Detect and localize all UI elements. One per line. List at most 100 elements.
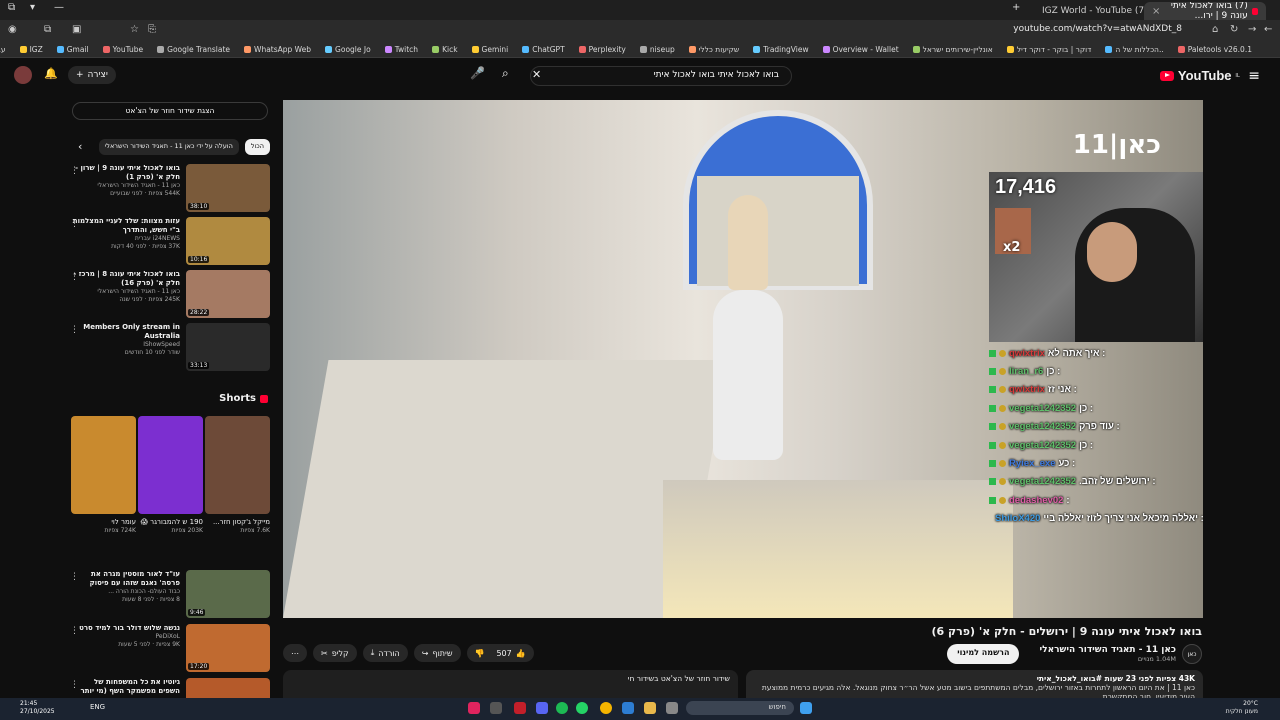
more-options-icon[interactable]: ⋮ xyxy=(70,166,79,176)
more-options-icon[interactable]: ⋮ xyxy=(70,219,79,229)
video-thumbnail[interactable]: 28:22 xyxy=(186,270,270,318)
chip-channel[interactable]: הועלה על ידי כאן 11 - תאגיד השידור הישרא… xyxy=(98,139,239,155)
app-icon-4[interactable] xyxy=(666,702,678,714)
share-button[interactable]: ↪ שיתוף xyxy=(413,644,461,662)
extensions-icon[interactable]: ⧉ xyxy=(44,24,51,35)
more-options-icon[interactable]: ⋮ xyxy=(70,272,79,282)
recommended-video[interactable]: 10:16 עזות מצוות: שלד לעניי המצלמות ב"י ח… xyxy=(70,217,270,267)
video-thumbnail[interactable]: 33:13 xyxy=(186,323,270,371)
hamburger-menu-icon[interactable]: ≡ xyxy=(1248,68,1260,84)
url-field[interactable]: youtube.com/watch?v=atwANdXDt_8 xyxy=(1013,24,1182,34)
extension-icon[interactable]: ▣ xyxy=(72,24,81,35)
video-thumbnail[interactable]: 17:20 xyxy=(186,624,270,672)
tab-search-icon[interactable]: ▾ xyxy=(30,2,35,13)
more-options-icon[interactable]: ⋮ xyxy=(70,680,79,690)
bookmark-item[interactable]: Perplexity xyxy=(578,45,626,54)
window-menu-icon[interactable]: ⧉ xyxy=(8,2,15,13)
bookmark-item[interactable]: שקיעות כללי xyxy=(688,45,739,54)
video-thumbnail[interactable]: 9:46 xyxy=(186,570,270,618)
spotify-icon[interactable] xyxy=(556,702,568,714)
chip-all[interactable]: הכול xyxy=(244,139,270,155)
bookmark-item[interactable]: Twitch xyxy=(384,45,418,54)
youtube-logo[interactable]: YouTube IL xyxy=(1159,68,1240,83)
short-item[interactable]: מייקל ג'קסון חזר... 7.6K צפיות xyxy=(205,416,270,556)
bookmark-item[interactable]: Kick xyxy=(432,45,458,54)
reload-icon[interactable]: ↻ xyxy=(1230,24,1238,35)
bookmark-item[interactable]: הכללות של ה.. xyxy=(1105,45,1164,54)
like-dislike-group[interactable]: 👎 507 👍 xyxy=(466,644,534,662)
more-actions-button[interactable]: ⋯ xyxy=(283,644,307,662)
home-icon[interactable]: ⌂ xyxy=(1212,24,1218,35)
whatsapp-icon[interactable] xyxy=(576,702,588,714)
app-icon-3[interactable] xyxy=(514,702,526,714)
discord-icon[interactable] xyxy=(536,702,548,714)
download-button[interactable]: ⤓ הורדה xyxy=(362,644,408,662)
voice-search-icon[interactable]: 🎤 xyxy=(470,66,488,86)
recommended-video[interactable]: 38:10 בואו לאכול איתי עונה 9 | שרון - חלק… xyxy=(70,164,270,214)
back-icon[interactable]: ← xyxy=(1264,24,1272,35)
notifications-bell-icon[interactable]: 🔔 xyxy=(44,67,58,80)
bookmark-item[interactable]: IGZ xyxy=(19,45,43,54)
search-input[interactable]: בואו לאכול איתי בואו לאכול איתי xyxy=(530,66,792,86)
profile-icon[interactable]: ◉ xyxy=(8,24,17,35)
channel-name[interactable]: כאן 11 - תאגיד השידור הישראלי xyxy=(1039,645,1176,655)
bookmark-item[interactable]: WhatsApp Web xyxy=(244,45,311,54)
bookmark-item[interactable]: ChatGPT xyxy=(522,45,565,54)
short-thumbnail[interactable] xyxy=(138,416,203,514)
like-icon[interactable]: 👍 xyxy=(516,649,526,658)
bookmark-item[interactable]: YouTube xyxy=(102,45,143,54)
close-tab-icon[interactable]: × xyxy=(1152,6,1160,17)
channel-avatar[interactable]: כאן xyxy=(1182,644,1202,664)
chrome-icon[interactable] xyxy=(600,702,612,714)
app-icon-2[interactable] xyxy=(490,702,502,714)
bookmark-item[interactable]: Overview - Wallet xyxy=(822,45,899,54)
recommended-video[interactable]: 33:13 Members Only stream in Australia ISh… xyxy=(70,323,270,373)
bookmark-item[interactable]: דוקר | בוקר - דוקר דיל xyxy=(1006,45,1091,54)
subscribe-button[interactable]: הרשמה למינוי xyxy=(947,644,1020,664)
search-icon[interactable]: ⌕ xyxy=(502,66,524,86)
bookmark-item[interactable]: niseup xyxy=(639,45,675,54)
bookmark-item[interactable]: Google Jo xyxy=(325,45,371,54)
taskbar-search[interactable]: חיפוש xyxy=(686,701,794,715)
store-icon[interactable] xyxy=(622,702,634,714)
recommended-video[interactable]: 17:20 נגשה שלוש דולר בור למיד סרט PeDiXoL 9… xyxy=(70,624,270,674)
short-thumbnail[interactable] xyxy=(71,416,136,514)
system-clock[interactable]: 21:45 27/10/2025 xyxy=(20,700,55,716)
bookmark-item[interactable]: עבודה xyxy=(0,45,6,54)
video-thumbnail[interactable]: 38:10 xyxy=(186,164,270,212)
more-options-icon[interactable]: ⋮ xyxy=(70,572,79,582)
avatar[interactable] xyxy=(14,66,32,84)
video-player[interactable]: כאן|11 17,416 x2 qwixtrix: איך אתה לא lir… xyxy=(283,100,1203,618)
video-thumbnail[interactable]: 10:16 xyxy=(186,217,270,265)
bookmark-item[interactable]: Paletools v26.0.1 xyxy=(1177,45,1252,54)
video-title: Members Only stream in Australia xyxy=(83,323,180,340)
dislike-icon[interactable]: 👎 xyxy=(475,649,485,658)
short-item[interactable]: עומר לוי 724K צפיות xyxy=(71,416,136,556)
tab-active-video[interactable]: (7) בואו לאכול איתי עונה 9 | ירו... × xyxy=(1144,2,1266,20)
bookmark-item[interactable]: Gmail xyxy=(56,45,89,54)
bookmark-item[interactable]: Gemini xyxy=(471,45,508,54)
clear-search-icon[interactable]: ✕ xyxy=(532,68,541,81)
more-options-icon[interactable]: ⋮ xyxy=(70,626,79,636)
folder-icon[interactable] xyxy=(644,702,656,714)
app-icon-1[interactable] xyxy=(468,702,480,714)
recommended-video[interactable]: 28:22 בואו לאכול איתי עונה 8 | מרכז - חלק… xyxy=(70,270,270,320)
forward-icon[interactable]: → xyxy=(1248,24,1256,35)
new-tab-icon[interactable]: + xyxy=(1012,2,1020,13)
language-indicator[interactable]: ENG xyxy=(90,703,105,711)
bookmark-item[interactable]: Google Translate xyxy=(157,45,230,54)
clip-button[interactable]: ✂ קליפ xyxy=(313,644,357,662)
short-thumbnail[interactable] xyxy=(205,416,270,514)
weather-widget[interactable]: 20°C מעונן חלקית xyxy=(1226,700,1258,716)
bookmark-item[interactable]: TradingView xyxy=(753,45,809,54)
show-chat-replay-button[interactable]: הצגת שידור חוזר של הצ'אט xyxy=(72,102,268,120)
recommended-video[interactable]: 9:46 עו"ד לאור מוסטין מגרה את פרסה' נאגם … xyxy=(70,570,270,620)
windows-start-icon[interactable] xyxy=(800,702,812,714)
share-icon[interactable]: ⎘ xyxy=(148,24,156,35)
bookmark-item[interactable]: אונליין-שירותים ישראל xyxy=(912,45,993,54)
minimize-icon[interactable]: — xyxy=(54,2,64,13)
create-button[interactable]: + יצירה xyxy=(68,66,116,84)
more-options-icon[interactable]: ⋮ xyxy=(70,325,79,335)
bookmark-star-icon[interactable]: ☆ xyxy=(130,24,139,35)
short-item[interactable]: 190 ש להמבורגר 😱 203K צפיות xyxy=(138,416,203,556)
